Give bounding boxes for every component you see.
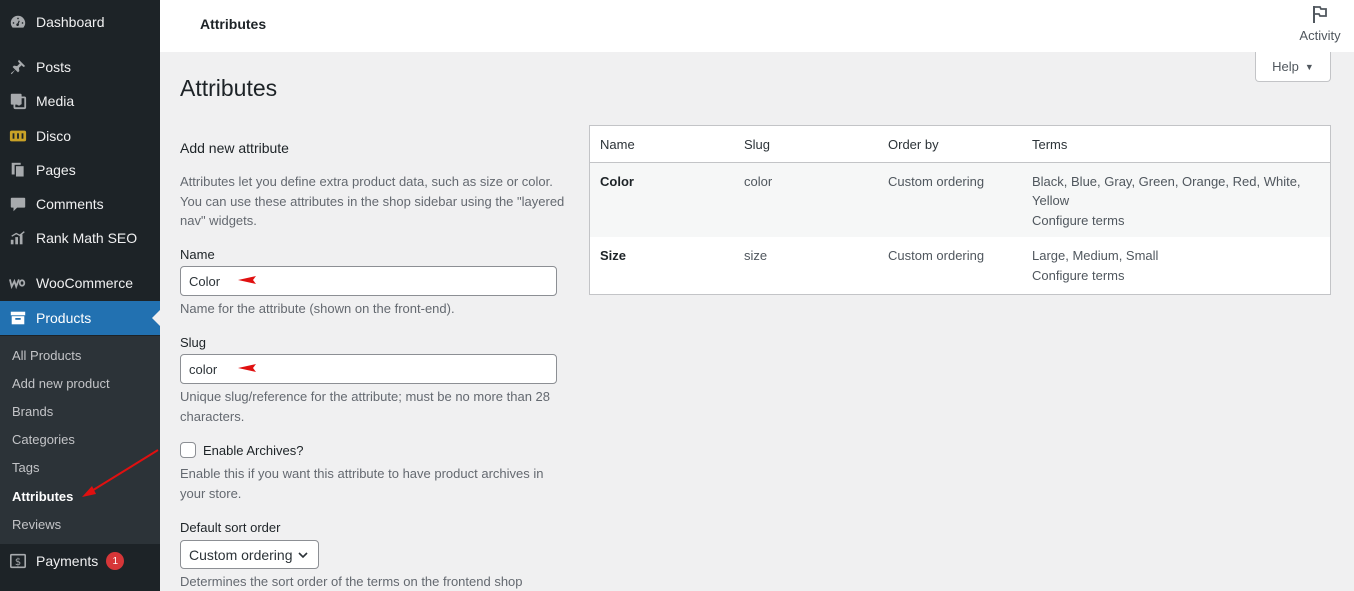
archive-icon bbox=[8, 308, 28, 328]
media-icon bbox=[8, 91, 28, 111]
comment-icon bbox=[8, 194, 28, 214]
sidebar-label: Disco bbox=[36, 128, 72, 144]
configure-terms-link[interactable]: Configure terms bbox=[1032, 266, 1124, 285]
activity-button[interactable]: Activity bbox=[1298, 4, 1342, 43]
row-terms: Black, Blue, Gray, Green, Orange, Red, W… bbox=[1032, 174, 1301, 189]
row-terms: Large, Medium, Small bbox=[1032, 248, 1159, 263]
sidebar-label: Rank Math SEO bbox=[36, 230, 138, 246]
chevron-down-icon bbox=[298, 552, 308, 559]
archives-description: Enable this if you want this attribute t… bbox=[180, 466, 544, 501]
submenu-item-add-new-product[interactable]: Add new product bbox=[12, 376, 110, 391]
annotation-arrow-icon bbox=[238, 276, 256, 284]
sidebar-item-products[interactable]: Products bbox=[0, 301, 160, 335]
page-title: Attributes bbox=[180, 75, 278, 101]
attributes-table: Name Slug Order by Terms Color color Cus… bbox=[589, 125, 1331, 295]
column-header-terms: Terms bbox=[1032, 137, 1068, 152]
dashboard-icon bbox=[8, 12, 28, 32]
annotation-arrow-icon bbox=[238, 364, 256, 372]
help-tab-button[interactable]: Help ▼ bbox=[1255, 52, 1331, 82]
pin-icon bbox=[8, 57, 28, 77]
sidebar-item-pages[interactable]: Pages bbox=[0, 153, 160, 187]
rank-math-icon bbox=[8, 228, 28, 248]
sort-order-label: Default sort order bbox=[180, 520, 281, 535]
submenu-item-categories[interactable]: Categories bbox=[12, 432, 75, 447]
dollar-icon: $ bbox=[8, 551, 28, 571]
row-order-by: Custom ordering bbox=[888, 248, 985, 263]
pages-icon bbox=[8, 160, 28, 180]
page-header-bar: Attributes Activity bbox=[160, 0, 1354, 52]
submenu-item-reviews[interactable]: Reviews bbox=[12, 517, 61, 532]
submenu-item-attributes[interactable]: Attributes bbox=[12, 489, 73, 504]
sort-order-value: Custom ordering bbox=[189, 546, 293, 563]
sidebar-label: Payments bbox=[36, 553, 99, 569]
column-header-name: Name bbox=[600, 137, 635, 152]
products-submenu: All Products Add new product Brands Cate… bbox=[0, 336, 160, 544]
disco-icon bbox=[8, 126, 28, 146]
slug-description: Unique slug/reference for the attribute;… bbox=[180, 389, 550, 424]
sidebar-label: Media bbox=[36, 93, 75, 109]
submenu-item-tags[interactable]: Tags bbox=[12, 460, 39, 475]
sidebar-label: Comments bbox=[36, 196, 104, 212]
admin-sidebar: Dashboard Posts Media Disco Pages Commen… bbox=[0, 0, 160, 591]
column-header-order-by: Order by bbox=[888, 137, 939, 152]
sidebar-item-woocommerce[interactable]: WooCommerce bbox=[0, 266, 160, 300]
sidebar-item-posts[interactable]: Posts bbox=[0, 50, 160, 84]
column-header-slug: Slug bbox=[744, 137, 771, 152]
help-label: Help bbox=[1272, 59, 1299, 74]
row-terms-continued: Yellow bbox=[1032, 193, 1070, 208]
sidebar-item-media[interactable]: Media bbox=[0, 84, 160, 118]
enable-archives-label[interactable]: Enable Archives? bbox=[203, 443, 303, 458]
svg-text:$: $ bbox=[15, 557, 21, 568]
sidebar-item-comments[interactable]: Comments bbox=[0, 187, 160, 221]
form-heading: Add new attribute bbox=[180, 140, 289, 156]
flag-icon bbox=[1313, 6, 1327, 23]
sidebar-item-dashboard[interactable]: Dashboard bbox=[0, 5, 160, 39]
submenu-item-brands[interactable]: Brands bbox=[12, 404, 53, 419]
annotation-arrow-icon bbox=[82, 449, 159, 497]
sort-order-select[interactable]: Custom ordering bbox=[180, 540, 319, 569]
row-name[interactable]: Size bbox=[600, 246, 626, 265]
header-title: Attributes bbox=[200, 16, 267, 32]
row-slug: color bbox=[744, 174, 773, 189]
row-slug: size bbox=[744, 248, 768, 263]
configure-terms-link[interactable]: Configure terms bbox=[1032, 211, 1124, 230]
sidebar-item-rank-math-seo[interactable]: Rank Math SEO bbox=[0, 221, 160, 255]
row-name[interactable]: Color bbox=[600, 172, 634, 191]
sidebar-item-disco[interactable]: Disco bbox=[0, 119, 160, 153]
sidebar-label: Dashboard bbox=[36, 14, 105, 30]
notification-badge: 1 bbox=[106, 552, 125, 570]
sidebar-label: WooCommerce bbox=[36, 275, 133, 291]
sidebar-label: Pages bbox=[36, 162, 76, 178]
submenu-item-all-products[interactable]: All Products bbox=[12, 348, 81, 363]
name-label: Name bbox=[180, 247, 215, 262]
sidebar-label: Posts bbox=[36, 59, 72, 75]
row-order-by: Custom ordering bbox=[888, 174, 985, 189]
name-description: Name for the attribute (shown on the fro… bbox=[180, 301, 455, 316]
slug-label: Slug bbox=[180, 335, 207, 350]
activity-label: Activity bbox=[1299, 28, 1341, 43]
sort-order-description: Determines the sort order of the terms o… bbox=[180, 574, 523, 589]
woocommerce-icon bbox=[8, 273, 28, 293]
enable-archives-checkbox[interactable] bbox=[180, 442, 196, 458]
caret-down-icon: ▼ bbox=[1304, 61, 1314, 72]
sidebar-label: Products bbox=[36, 310, 92, 326]
current-menu-arrow bbox=[152, 310, 160, 326]
sidebar-item-payments[interactable]: $ Payments 1 bbox=[0, 544, 160, 578]
form-intro: Attributes let you define extra product … bbox=[180, 174, 565, 228]
